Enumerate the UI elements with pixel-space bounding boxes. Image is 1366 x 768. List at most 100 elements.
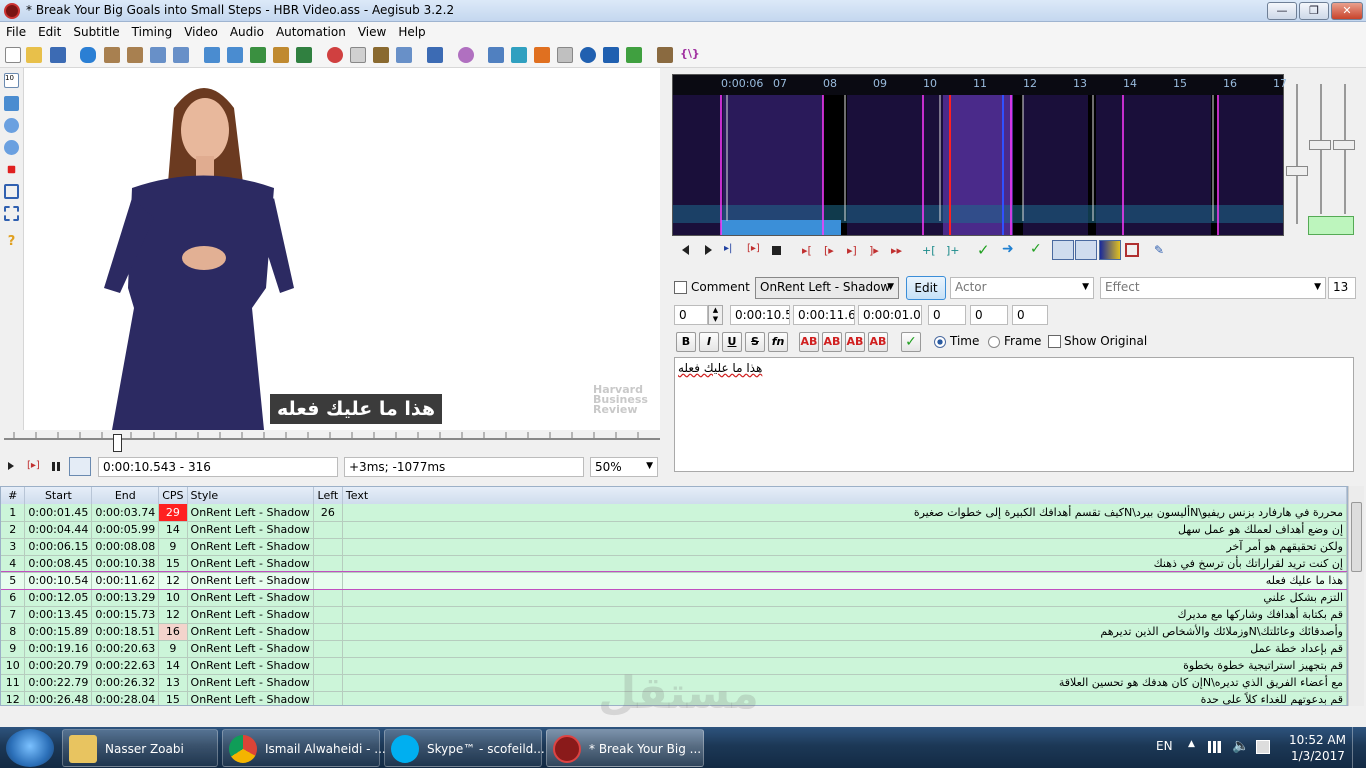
audio-spectrum-display[interactable]: 0:00:06 07 08 09 10 11 12 13 14 15 16 17 (672, 74, 1287, 236)
play-to-end-icon[interactable]: ▸▸ (891, 244, 902, 257)
save-file-icon[interactable] (50, 47, 66, 63)
menu-edit[interactable]: Edit (32, 22, 67, 42)
rotate-z-icon[interactable] (4, 118, 19, 133)
clock-date[interactable]: 1/3/2017 (1291, 749, 1345, 763)
strikeout-button[interactable]: S (745, 332, 765, 352)
resample-icon[interactable] (296, 47, 312, 63)
style-dropdown[interactable]: OnRent Left - Shadow ▼ (755, 277, 899, 299)
table-row[interactable]: 2 0:00:04.44 0:00:05.99 14 OnRent Left - Sha… (1, 521, 1347, 539)
fonts-collector-icon[interactable] (273, 47, 289, 63)
next-line-icon[interactable] (705, 245, 712, 255)
subtitle-text-editor[interactable]: هذا ما عليك فعله (674, 357, 1354, 472)
taskbar-item-aegisub[interactable]: * Break Your Big ... (546, 729, 704, 767)
snap-start-icon[interactable] (488, 47, 504, 63)
table-row[interactable]: 8 0:00:15.89 0:00:18.51 16 OnRent Left - Sha… (1, 623, 1347, 641)
commit-icon[interactable]: ✓ (977, 241, 990, 259)
volume-icon[interactable]: 🔈 (1232, 738, 1249, 754)
menu-video[interactable]: Video (178, 22, 224, 42)
underline-button[interactable]: U (722, 332, 742, 352)
lead-in-icon[interactable]: +[ (922, 244, 936, 257)
edit-style-button[interactable]: Edit (906, 276, 946, 300)
vector-clip-icon[interactable] (4, 206, 19, 221)
lead-out-icon[interactable]: ]+ (946, 244, 960, 257)
margin-vertical-field[interactable]: 0 (1012, 305, 1048, 325)
effect-combobox[interactable]: Effect ▼ (1100, 277, 1326, 299)
table-row[interactable]: 5 0:00:10.54 0:00:11.62 12 OnRent Left - Sha… (1, 571, 1347, 590)
end-time-field[interactable]: 0:00:11.62 (793, 305, 855, 325)
primary-color-button[interactable]: AB (799, 332, 819, 352)
drag-tool-icon[interactable] (4, 96, 19, 111)
zoom-dropdown[interactable]: 50% ▼ (590, 457, 658, 477)
show-desktop-button[interactable] (1352, 727, 1366, 768)
table-row[interactable]: 11 0:00:22.79 0:00:26.32 13 OnRent Left - Sh… (1, 674, 1347, 692)
snap-end-icon[interactable] (511, 47, 527, 63)
outline-color-button[interactable]: AB (845, 332, 865, 352)
clip-tool-icon[interactable] (4, 184, 19, 199)
layer-spin-buttons[interactable]: ▲ ▼ (708, 305, 723, 325)
column-header-number[interactable]: # (1, 487, 26, 504)
menu-audio[interactable]: Audio (224, 22, 270, 42)
standard-tool-icon[interactable]: 10 (4, 73, 19, 88)
language-indicator[interactable]: EN (1156, 739, 1173, 753)
secondary-color-button[interactable]: AB (822, 332, 842, 352)
spectrum-mode-toggle[interactable] (1099, 240, 1121, 260)
aegisub-app-icon[interactable] (4, 3, 20, 19)
seek-thumb[interactable] (113, 434, 122, 452)
video-time-display[interactable]: 0:00:10.543 - 316 (98, 457, 338, 477)
auto-commit-icon[interactable]: ✓ (1030, 241, 1042, 257)
previous-line-icon[interactable] (682, 245, 689, 255)
font-button[interactable]: fn (768, 332, 788, 352)
attachments-icon[interactable] (250, 47, 266, 63)
go-to-next-icon[interactable]: ➜ (1002, 241, 1014, 257)
frame-radio[interactable] (988, 336, 1000, 348)
autosave-icon[interactable] (626, 47, 642, 63)
pause-icon[interactable] (52, 462, 60, 471)
column-header-start[interactable]: Start (24, 487, 93, 504)
stop-icon[interactable] (772, 246, 781, 255)
scale-tool-icon[interactable] (7, 165, 16, 174)
table-row[interactable]: 1 0:00:01.45 0:00:03.74 29 OnRent Left - Sha… (1, 504, 1347, 522)
clock-time[interactable]: 10:52 AM (1289, 733, 1346, 747)
play-after-icon[interactable]: ]▸ (869, 244, 879, 257)
actor-combobox[interactable]: Actor ▼ (950, 277, 1094, 299)
volume-slider[interactable] (1333, 140, 1355, 150)
close-button[interactable]: ✕ (1331, 2, 1363, 20)
show-hidden-icons-icon[interactable]: ▲ (1188, 739, 1195, 749)
maximize-button[interactable]: ❐ (1299, 2, 1329, 20)
taskbar-item-skype[interactable]: Skype™ - scofeild... (384, 729, 545, 767)
comment-checkbox[interactable] (674, 281, 687, 294)
italic-button[interactable]: I (699, 332, 719, 352)
taskbar-item-folder[interactable]: Nasser Zoabi (62, 729, 218, 767)
table-row[interactable]: 9 0:00:19.16 0:00:20.63 9 OnRent Left - Shad… (1, 640, 1347, 658)
bold-button[interactable]: B (676, 332, 696, 352)
play-line-audio-icon[interactable]: [▸] (747, 243, 760, 254)
table-row[interactable]: 7 0:00:13.45 0:00:15.73 12 OnRent Left - Sha… (1, 606, 1347, 624)
margin-left-field[interactable]: 0 (928, 305, 966, 325)
rotate-xy-icon[interactable] (4, 140, 19, 155)
visual-typesetting-icon[interactable] (458, 47, 474, 63)
margin-right-field[interactable]: 0 (970, 305, 1008, 325)
jump-to-icon[interactable] (80, 47, 96, 63)
video-seek-slider[interactable] (4, 430, 660, 454)
network-icon[interactable] (1208, 741, 1224, 753)
menu-view[interactable]: View (352, 22, 392, 42)
menu-automation[interactable]: Automation (270, 22, 352, 42)
horizontal-zoom-slider[interactable] (1286, 166, 1308, 176)
layer-spinner[interactable]: 0 (674, 305, 708, 325)
column-header-text[interactable]: Text (342, 487, 1347, 504)
auto-scroll-toggle[interactable] (1075, 240, 1097, 260)
override-tags-icon[interactable]: {\} (680, 47, 700, 63)
autoscroll-video-toggle[interactable] (69, 457, 91, 476)
vertical-zoom-slider[interactable] (1309, 140, 1331, 150)
play-first-500-icon[interactable]: [▸ (824, 244, 834, 257)
play-last-500-icon[interactable]: ▸] (847, 244, 857, 257)
replace-icon[interactable] (173, 47, 189, 63)
column-header-style[interactable]: Style (187, 487, 314, 504)
translation-assistant-icon[interactable] (350, 47, 366, 63)
minimize-button[interactable]: — (1267, 2, 1297, 20)
zoom-out-icon[interactable] (127, 47, 143, 63)
taskbar-item-chrome[interactable]: Ismail Alwaheidi - ... (222, 729, 386, 767)
show-original-checkbox[interactable] (1048, 335, 1061, 348)
styles-manager-icon[interactable] (204, 47, 220, 63)
grid-scrollbar[interactable] (1348, 486, 1364, 706)
